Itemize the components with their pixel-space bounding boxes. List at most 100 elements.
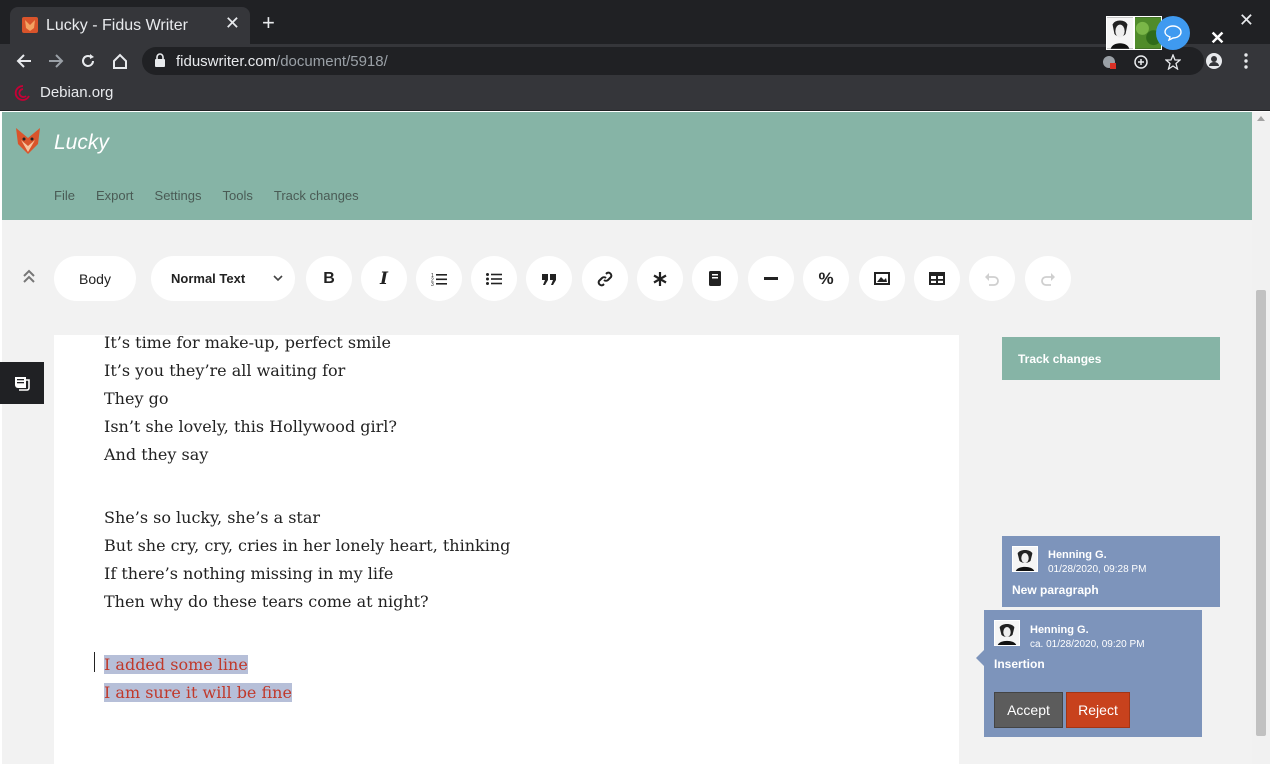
table-button[interactable] bbox=[914, 256, 960, 301]
document-line[interactable]: It’s time for make-up, perfect smile bbox=[104, 333, 391, 352]
menu-tools[interactable]: Tools bbox=[223, 188, 253, 203]
menu-settings[interactable]: Settings bbox=[155, 188, 202, 203]
redo-icon bbox=[1041, 272, 1055, 286]
toggle-sidebar-button[interactable] bbox=[0, 362, 44, 404]
change-user: Henning G. bbox=[1048, 549, 1107, 561]
menu-file[interactable]: File bbox=[54, 188, 75, 203]
quote-icon bbox=[542, 273, 556, 285]
bookmarks-bar: Debian.org bbox=[0, 78, 1270, 111]
track-changes-header-label: Track changes bbox=[1018, 352, 1102, 366]
asterisk-icon bbox=[653, 271, 667, 286]
card-pointer bbox=[976, 650, 984, 666]
text-style-selector[interactable]: Normal Text bbox=[151, 256, 295, 301]
document-line[interactable]: Isn’t she lovely, this Hollywood girl? bbox=[104, 417, 397, 436]
document-line[interactable]: She’s so lucky, she’s a star bbox=[104, 508, 320, 527]
numbered-list-icon: 1 2 3 bbox=[431, 273, 447, 286]
accept-button[interactable]: Accept bbox=[994, 692, 1063, 728]
change-date: 01/28/2020, 09:28 PM bbox=[1048, 564, 1147, 575]
italic-button[interactable]: I bbox=[361, 256, 407, 301]
book-icon bbox=[709, 271, 721, 286]
document-line[interactable]: Then why do these tears come at night? bbox=[104, 592, 429, 611]
change-date: ca. 01/28/2020, 09:20 PM bbox=[1030, 639, 1145, 650]
change-card-insertion[interactable]: Henning G. ca. 01/28/2020, 09:20 PM Inse… bbox=[976, 610, 1202, 737]
debian-icon bbox=[14, 85, 30, 101]
image-icon bbox=[874, 272, 890, 285]
change-card-new-paragraph[interactable]: Henning G. 01/28/2020, 09:28 PM New para… bbox=[1002, 536, 1220, 607]
block-style-selector[interactable]: Body bbox=[54, 256, 136, 301]
profile-icon[interactable] bbox=[1203, 50, 1225, 72]
bookmark-star-icon[interactable] bbox=[1164, 53, 1182, 71]
blockquote-button[interactable] bbox=[526, 256, 572, 301]
chevron-down-icon bbox=[273, 275, 283, 282]
math-button[interactable]: % bbox=[803, 256, 849, 301]
scroll-up-icon[interactable] bbox=[1257, 116, 1265, 121]
browser-toolbar: fiduswriter.com/document/5918/ bbox=[0, 44, 1270, 78]
browser-tabstrip: Lucky - Fidus Writer ✕ + ✕ bbox=[0, 0, 1270, 44]
home-icon[interactable] bbox=[109, 50, 131, 72]
document-title[interactable]: Lucky bbox=[54, 131, 109, 155]
chat-icon[interactable] bbox=[1156, 16, 1190, 50]
reload-icon[interactable] bbox=[77, 50, 99, 72]
italic-icon: I bbox=[380, 268, 388, 289]
document-line[interactable]: They go bbox=[104, 389, 168, 408]
inserted-line[interactable]: I am sure it will be fine bbox=[104, 683, 292, 702]
inserted-line[interactable]: I added some line bbox=[104, 655, 248, 674]
collaborator-avatars bbox=[1106, 16, 1162, 50]
change-type: Insertion bbox=[994, 657, 1045, 671]
window-close-icon[interactable]: ✕ bbox=[1239, 10, 1254, 31]
citation-button[interactable] bbox=[692, 256, 738, 301]
close-document-icon[interactable]: ✕ bbox=[1210, 28, 1225, 49]
add-icon[interactable] bbox=[1132, 53, 1150, 71]
menu-track-changes[interactable]: Track changes bbox=[274, 188, 359, 203]
menu-export[interactable]: Export bbox=[96, 188, 134, 203]
scrollbar[interactable] bbox=[1252, 112, 1270, 764]
block-style-label: Body bbox=[79, 270, 111, 287]
forward-icon[interactable] bbox=[45, 50, 67, 72]
track-changes-header: Track changes bbox=[1002, 337, 1220, 380]
bullet-list-button[interactable] bbox=[471, 256, 517, 301]
undo-icon bbox=[985, 272, 999, 286]
lock-icon bbox=[155, 53, 165, 67]
document-menubar: File Export Settings Tools Track changes bbox=[54, 188, 380, 203]
avatar bbox=[994, 620, 1020, 646]
document-line[interactable]: And they say bbox=[104, 445, 208, 464]
text-cursor bbox=[94, 652, 95, 672]
bookmark-debian[interactable]: Debian.org bbox=[40, 84, 113, 101]
address-bar[interactable]: fiduswriter.com/document/5918/ bbox=[142, 47, 1204, 75]
tab-close-icon[interactable]: ✕ bbox=[225, 13, 240, 33]
table-icon bbox=[929, 272, 945, 285]
document-line[interactable]: If there’s nothing missing in my life bbox=[104, 564, 393, 583]
horizontal-rule-button[interactable] bbox=[748, 256, 794, 301]
tab-title: Lucky - Fidus Writer bbox=[46, 17, 188, 34]
footnote-button[interactable] bbox=[637, 256, 683, 301]
link-icon bbox=[597, 271, 613, 286]
change-type: New paragraph bbox=[1012, 583, 1099, 597]
figure-button[interactable] bbox=[859, 256, 905, 301]
bold-button[interactable]: B bbox=[306, 256, 352, 301]
document-line[interactable]: It’s you they’re all waiting for bbox=[104, 361, 345, 380]
avatar[interactable] bbox=[1106, 16, 1134, 50]
text-style-label: Normal Text bbox=[171, 271, 246, 286]
numbered-list-button[interactable]: 1 2 3 bbox=[416, 256, 462, 301]
app-header: Lucky File Export Settings Tools Track c… bbox=[2, 112, 1252, 220]
undo-button[interactable] bbox=[969, 256, 1015, 301]
more-menu-icon[interactable] bbox=[1235, 50, 1257, 72]
new-tab-icon[interactable]: + bbox=[262, 12, 275, 34]
scroll-document-icon bbox=[15, 377, 30, 391]
collapse-toolbar-icon[interactable] bbox=[22, 268, 36, 289]
redo-button[interactable] bbox=[1025, 256, 1071, 301]
bullet-list-icon bbox=[486, 272, 502, 285]
bold-icon: B bbox=[323, 269, 335, 287]
blocked-cookies-icon[interactable] bbox=[1100, 53, 1118, 71]
percent-icon: % bbox=[818, 268, 834, 288]
document-line[interactable]: But she cry, cry, cries in her lonely he… bbox=[104, 536, 510, 555]
fidus-fox-logo-icon[interactable] bbox=[14, 126, 42, 156]
browser-tab[interactable]: Lucky - Fidus Writer ✕ bbox=[10, 7, 250, 44]
scroll-thumb[interactable] bbox=[1256, 290, 1266, 736]
fidus-favicon-icon bbox=[22, 17, 38, 33]
svg-text:3: 3 bbox=[431, 282, 434, 286]
avatar bbox=[1012, 546, 1038, 572]
reject-button[interactable]: Reject bbox=[1066, 692, 1130, 728]
link-button[interactable] bbox=[582, 256, 628, 301]
back-icon[interactable] bbox=[13, 50, 35, 72]
